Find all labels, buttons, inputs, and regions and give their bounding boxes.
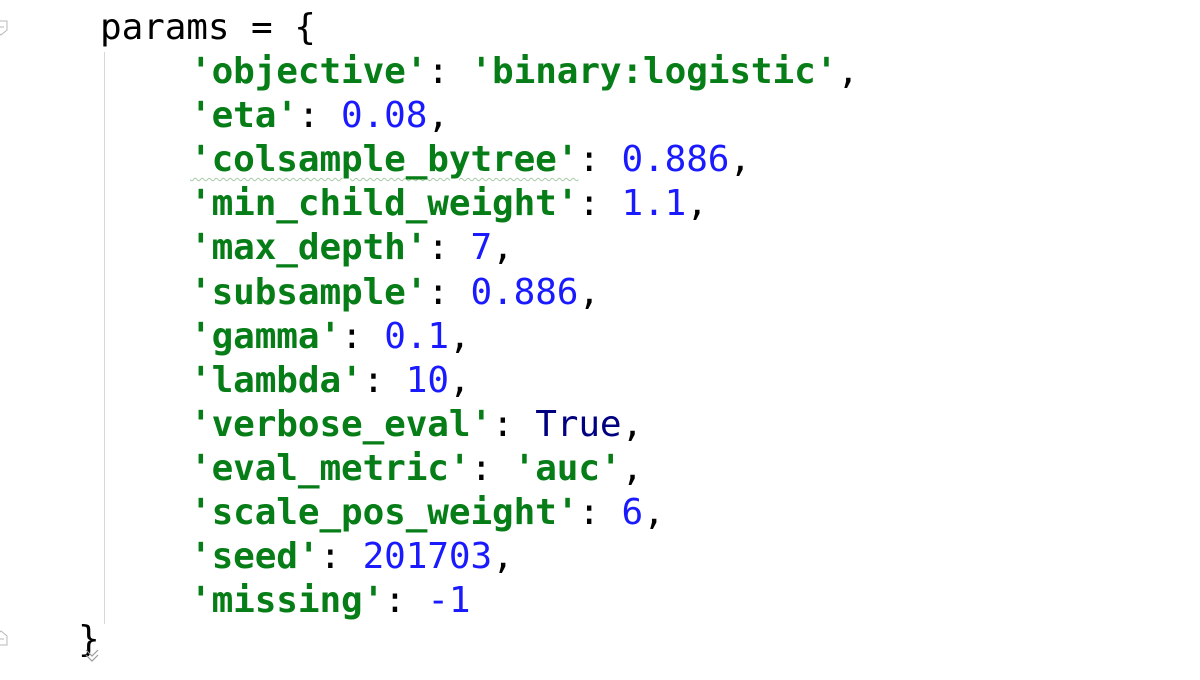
- key-value-separator: :: [384, 580, 428, 622]
- dict-value: 0.1: [384, 315, 449, 357]
- entry-terminator: ,: [448, 315, 471, 357]
- entry-terminator: ,: [448, 359, 471, 401]
- entry-terminator: ,: [686, 183, 708, 225]
- key-value-separator: :: [470, 447, 514, 489]
- fold-end-icon[interactable]: [0, 630, 8, 646]
- entry-terminator: ,: [578, 271, 600, 313]
- key-value-separator: :: [362, 359, 406, 401]
- brace-match-icon: [85, 649, 99, 662]
- editor-gutter: [0, 0, 20, 680]
- dict-value: 10: [405, 359, 449, 401]
- dict-value: 7: [470, 227, 493, 269]
- entry-terminator: ,: [643, 492, 665, 533]
- code-line-open: params = {: [100, 6, 316, 50]
- dict-key: 'eta': [190, 95, 298, 137]
- entry-terminator: ,: [492, 536, 514, 578]
- indent-guide: [104, 52, 105, 624]
- dict-key: 'eval_metric': [190, 447, 471, 489]
- entry-terminator: ,: [621, 403, 644, 445]
- key-value-separator: :: [578, 139, 622, 181]
- dict-entry-line: 'lambda': 10,: [190, 359, 471, 403]
- code-editor[interactable]: params = { 'objective': 'binary:logistic…: [0, 0, 1200, 680]
- entry-terminator: ,: [837, 51, 859, 92]
- key-value-separator: :: [427, 51, 471, 92]
- entry-terminator: ,: [729, 139, 751, 181]
- dict-value: 'binary:logistic': [470, 51, 838, 92]
- dict-value: 0.886: [621, 139, 730, 181]
- dict-entry-line: 'min_child_weight': 1.1,: [190, 182, 708, 226]
- open-brace: {: [294, 7, 316, 48]
- dict-key: 'verbose_eval': [190, 403, 493, 445]
- dict-entry-line: 'missing': -1: [190, 579, 471, 623]
- dict-key: 'objective': [190, 51, 428, 92]
- dict-key: 'subsample': [190, 271, 428, 313]
- dict-key: 'gamma': [190, 315, 342, 357]
- key-value-separator: :: [578, 183, 622, 225]
- entry-terminator: ,: [492, 227, 514, 269]
- key-value-separator: :: [427, 271, 471, 313]
- dict-value: 1.1: [621, 183, 687, 225]
- dict-key: 'colsample_bytree': [190, 139, 579, 181]
- key-value-separator: :: [578, 492, 622, 533]
- dict-key: 'max_depth': [190, 227, 428, 269]
- dict-key: 'missing': [190, 580, 385, 622]
- key-value-separator: :: [492, 403, 536, 445]
- fold-start-icon[interactable]: [0, 20, 8, 36]
- dict-value: 0.886: [470, 271, 579, 313]
- dict-entry-line: 'max_depth': 7,: [190, 226, 514, 270]
- dict-entry-line: 'eta': 0.08,: [190, 94, 449, 138]
- entry-terminator: ,: [621, 447, 644, 489]
- dict-value: 'auc': [513, 447, 622, 489]
- key-value-separator: :: [297, 95, 342, 137]
- entry-terminator: ,: [427, 95, 449, 137]
- key-value-separator: :: [319, 536, 363, 578]
- dict-value: 6: [621, 492, 644, 533]
- dict-value: True: [535, 403, 622, 445]
- dict-entry-line: 'scale_pos_weight': 6,: [190, 491, 665, 535]
- key-value-separator: :: [427, 227, 471, 269]
- dict-entry-line: 'gamma': 0.1,: [190, 315, 471, 359]
- dict-entry-line: 'subsample': 0.886,: [190, 271, 600, 315]
- dict-entry-line: 'verbose_eval': True,: [190, 403, 643, 447]
- assign-operator: =: [229, 7, 295, 48]
- key-value-separator: :: [341, 315, 385, 357]
- dict-value: -1: [427, 580, 471, 622]
- dict-value: 201703: [362, 536, 493, 578]
- dict-entry-line: 'colsample_bytree': 0.886,: [190, 138, 751, 182]
- variable-name: params: [100, 7, 230, 48]
- dict-entry-line: 'seed': 201703,: [190, 535, 514, 579]
- dict-key: 'seed': [190, 536, 320, 578]
- dict-key: 'lambda': [190, 359, 363, 401]
- dict-key: 'scale_pos_weight': [190, 492, 579, 533]
- dict-value: 0.08: [341, 95, 428, 137]
- dict-entry-line: 'objective': 'binary:logistic',: [190, 50, 859, 94]
- dict-entry-line: 'eval_metric': 'auc',: [190, 447, 643, 491]
- dict-key: 'min_child_weight': [190, 183, 579, 225]
